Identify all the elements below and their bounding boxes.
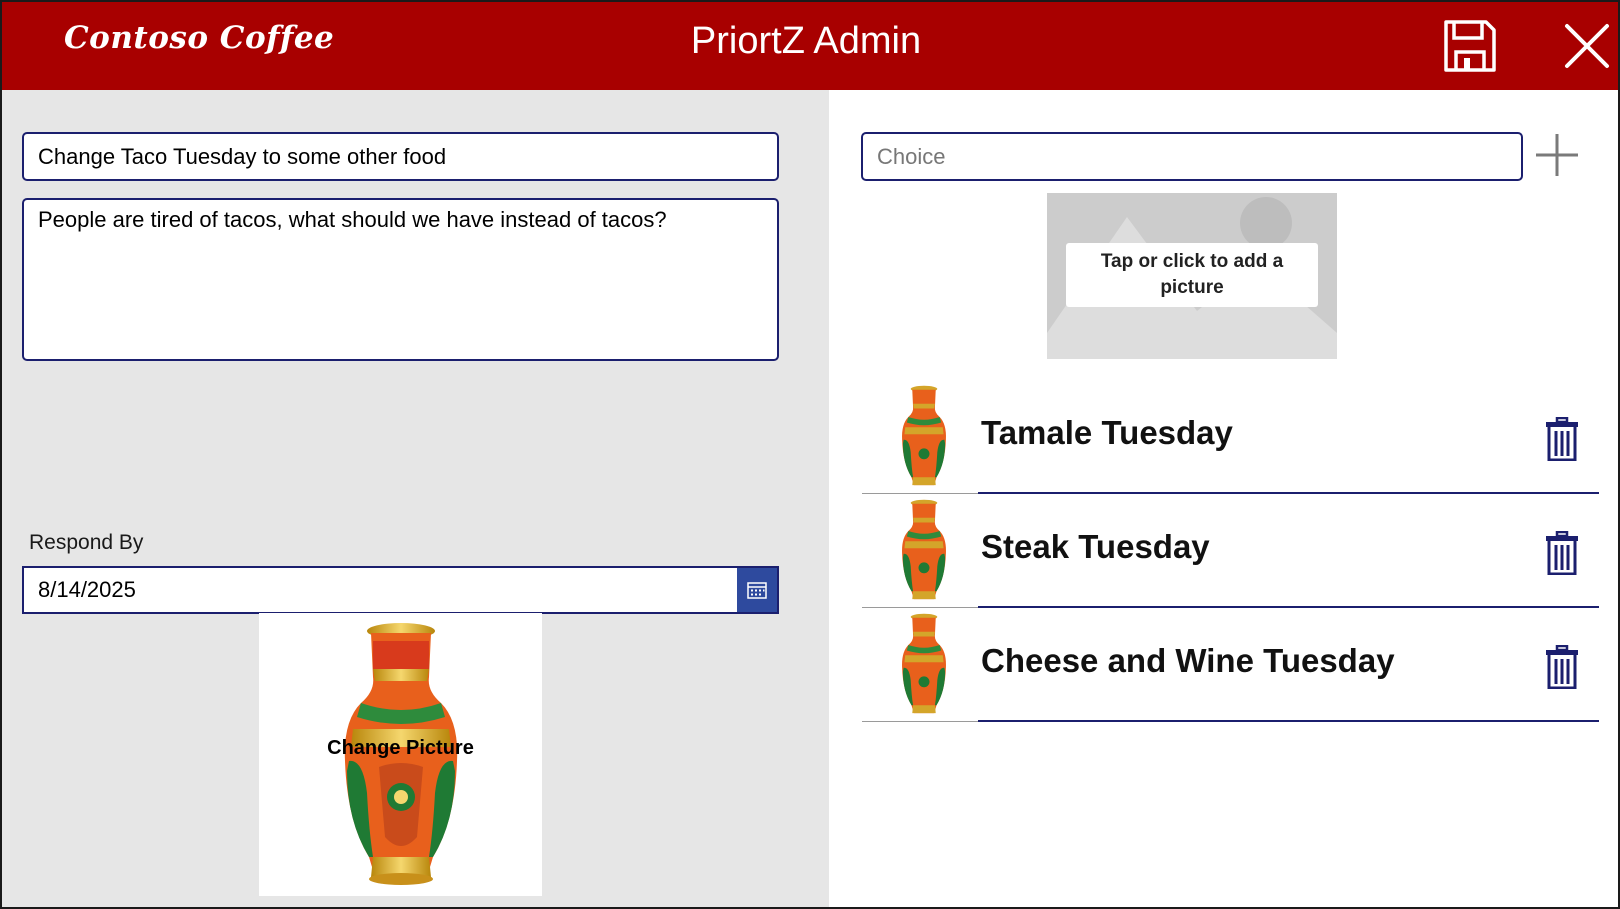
choice-item[interactable]: Tamale Tuesday: [862, 380, 1599, 494]
delete-choice-button[interactable]: [1542, 644, 1582, 690]
close-button[interactable]: [1557, 16, 1617, 76]
choice-thumbnail: [902, 499, 946, 600]
save-button[interactable]: [1440, 16, 1500, 76]
choice-thumbnail: [902, 613, 946, 714]
respond-by-date-value[interactable]: 8/14/2025: [38, 568, 136, 612]
question-description-input[interactable]: People are tired of tacos, what should w…: [22, 198, 779, 361]
header-bar: Contoso Coffee PriortZ Admin: [2, 2, 1618, 90]
page-title: PriortZ Admin: [690, 20, 922, 62]
choice-label: Cheese and Wine Tuesday: [981, 642, 1395, 679]
row-divider: [862, 721, 978, 722]
choice-thumbnail: [902, 385, 946, 486]
choice-item[interactable]: Steak Tuesday: [862, 494, 1599, 608]
trash-icon: [1546, 645, 1578, 689]
choice-item[interactable]: Cheese and Wine Tuesday: [862, 608, 1599, 722]
close-icon: [1565, 24, 1609, 68]
add-picture-button[interactable]: Tap or click to add a picture: [1047, 193, 1337, 359]
delete-choice-button[interactable]: [1542, 416, 1582, 462]
choice-input[interactable]: [861, 132, 1523, 181]
choice-label: Tamale Tuesday: [981, 414, 1233, 451]
respond-by-date-picker[interactable]: 8/14/2025: [22, 566, 779, 614]
respond-by-label: Respond By: [29, 531, 144, 554]
add-choice-button[interactable]: [1532, 130, 1582, 180]
choice-label: Steak Tuesday: [981, 528, 1210, 565]
question-editor-panel: Change Taco Tuesday to some other food P…: [2, 90, 829, 907]
plus-icon: [1536, 134, 1578, 176]
delete-choice-button[interactable]: [1542, 530, 1582, 576]
app-window: Contoso Coffee PriortZ Admin Change Taco…: [0, 0, 1620, 909]
change-picture-label[interactable]: Change Picture: [259, 737, 542, 760]
add-picture-label: Tap or click to add a picture: [1066, 243, 1318, 307]
trash-icon: [1546, 531, 1578, 575]
row-divider: [978, 720, 1599, 722]
question-picture[interactable]: Change Picture: [259, 613, 542, 896]
choice-list: Tamale Tuesday Steak Tuesday Cheese and …: [862, 380, 1599, 722]
question-title-input[interactable]: Change Taco Tuesday to some other food: [22, 132, 779, 181]
floppy-disk-icon: [1444, 20, 1496, 72]
calendar-icon: [747, 582, 767, 599]
calendar-button[interactable]: [737, 568, 777, 612]
trash-icon: [1546, 417, 1578, 461]
